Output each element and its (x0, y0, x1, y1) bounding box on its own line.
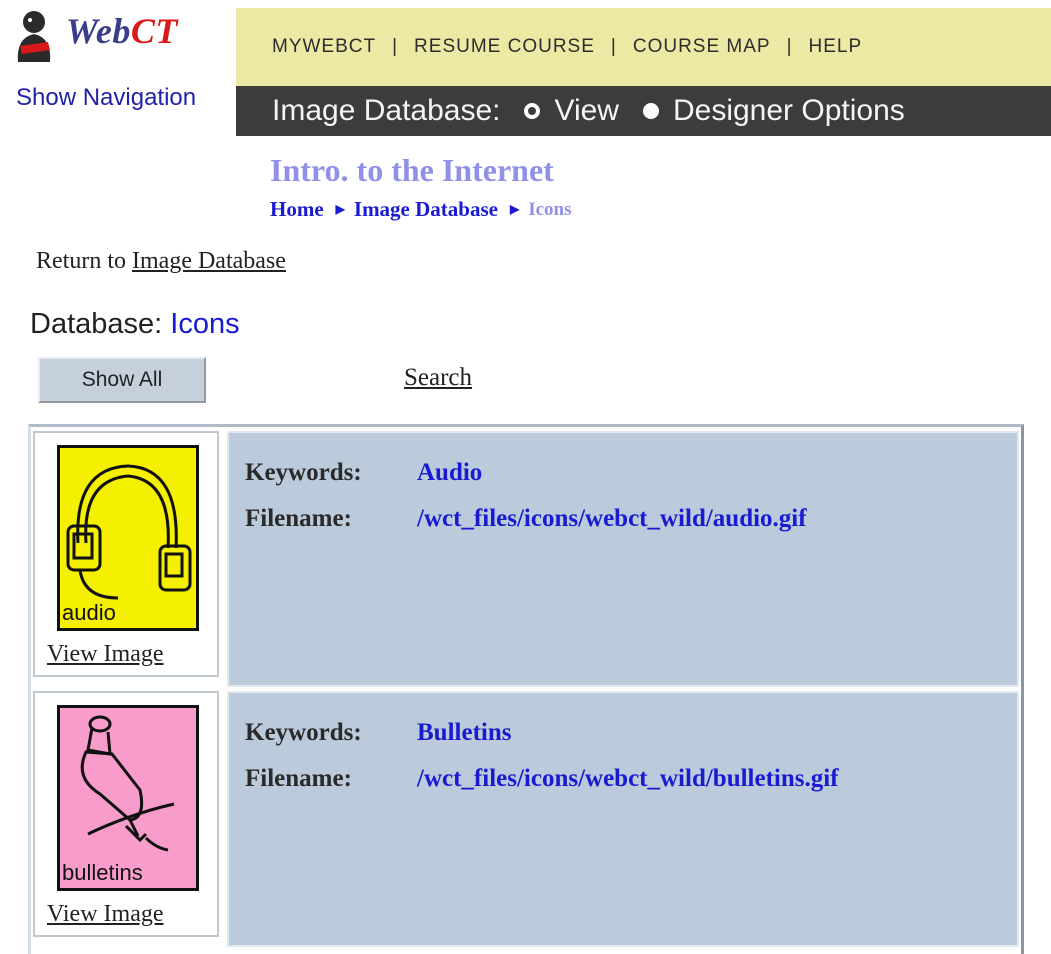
filename-line: Filename: /wct_files/icons/webct_wild/aud… (245, 505, 807, 533)
keywords-value: Bulletins (417, 719, 512, 746)
wordmark-web: Web (66, 11, 131, 51)
nav-separator: | (392, 36, 399, 57)
thumbnail-caption: audio (62, 600, 116, 625)
keywords-line: Keywords: Audio (245, 459, 482, 487)
table-row: audio View Image Keywords: Audio Filename… (33, 431, 1019, 687)
search-link[interactable]: Search (404, 364, 472, 392)
table-row: bulletins View Image Keywords: Bulletins … (33, 691, 1019, 947)
database-heading: Database: Icons (30, 308, 240, 341)
webct-wordmark: WebCT (66, 10, 178, 52)
breadcrumb-image-database[interactable]: Image Database (354, 197, 498, 222)
webct-logo[interactable]: WebCT (10, 8, 220, 78)
breadcrumb-current: Icons (528, 198, 572, 220)
course-title: Intro. to the Internet (270, 152, 554, 188)
filename-label: Filename: (245, 505, 352, 532)
keywords-line: Keywords: Bulletins (245, 719, 511, 747)
nav-help[interactable]: HELP (809, 36, 863, 58)
view-option-label[interactable]: View (554, 94, 618, 128)
audio-thumbnail[interactable]: audio (57, 445, 199, 631)
filename-value: /wct_files/icons/webct_wild/bulletins.gi… (417, 765, 839, 792)
info-cell: Keywords: Bulletins Filename: /wct_files/i… (227, 691, 1019, 947)
designer-options-radio[interactable] (642, 103, 659, 119)
top-nav-bar: MYWEBCT | RESUME COURSE | COURSE MAP | H… (236, 8, 1051, 86)
nav-mywebct[interactable]: MYWEBCT (272, 36, 376, 58)
nav-separator: | (786, 36, 793, 57)
breadcrumb: Home ▶ Image Database ▶ Icons (270, 197, 572, 222)
show-all-button[interactable]: Show All (38, 357, 206, 403)
wordmark-ct: CT (130, 11, 178, 51)
bulletins-thumbnail[interactable]: bulletins (57, 705, 199, 891)
filename-line: Filename: /wct_files/icons/webct_wild/bul… (245, 765, 839, 793)
view-image-link[interactable]: View Image (47, 901, 164, 928)
nav-separator: | (610, 36, 617, 57)
breadcrumb-arrow-icon: ▶ (509, 202, 520, 216)
webct-logo-icon (17, 11, 51, 62)
nav-resume-course[interactable]: RESUME COURSE (414, 36, 595, 58)
view-image-link[interactable]: View Image (47, 641, 164, 668)
view-radio[interactable] (524, 103, 541, 119)
designer-options-label[interactable]: Designer Options (673, 94, 905, 128)
tool-bar-label: Image Database: (272, 94, 501, 127)
show-navigation-link[interactable]: Show Navigation (16, 84, 196, 112)
nav-course-map[interactable]: COURSE MAP (633, 36, 771, 58)
return-row: Return to Image Database (36, 248, 286, 275)
thumbnail-cell: bulletins View Image (33, 691, 219, 937)
database-name: Icons (170, 308, 240, 340)
tool-bar: Image Database: View Designer Options (236, 86, 1051, 136)
return-prefix: Return to (36, 248, 126, 274)
keywords-label: Keywords: (245, 719, 362, 746)
keywords-label: Keywords: (245, 459, 362, 486)
filename-value: /wct_files/icons/webct_wild/audio.gif (417, 505, 807, 532)
database-label: Database: (30, 308, 163, 340)
thumbnail-caption: bulletins (62, 860, 143, 885)
results-table: audio View Image Keywords: Audio Filename… (28, 424, 1024, 954)
breadcrumb-home[interactable]: Home (270, 197, 324, 222)
filename-label: Filename: (245, 765, 352, 792)
thumbnail-cell: audio View Image (33, 431, 219, 677)
return-image-database-link[interactable]: Image Database (132, 248, 286, 274)
breadcrumb-arrow-icon: ▶ (335, 202, 345, 216)
info-cell: Keywords: Audio Filename: /wct_files/icons… (227, 431, 1019, 687)
keywords-value: Audio (417, 459, 483, 486)
